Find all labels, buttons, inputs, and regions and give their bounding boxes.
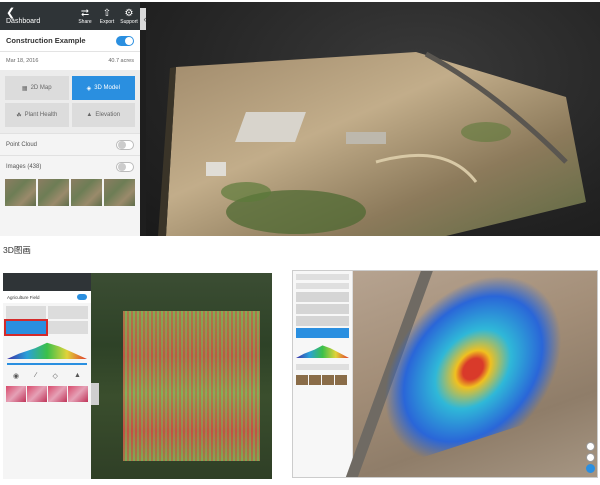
image-thumbnails bbox=[293, 373, 352, 387]
elevation-histogram bbox=[296, 345, 349, 358]
building bbox=[206, 162, 226, 176]
zoom-in-button[interactable] bbox=[586, 442, 595, 451]
mode-3d-model-button[interactable]: ◈ 3D Model bbox=[71, 76, 135, 100]
image-thumbnail[interactable] bbox=[38, 179, 69, 206]
image-thumbnails bbox=[3, 384, 91, 404]
support-button[interactable]: ⚙ Support bbox=[118, 8, 140, 25]
tree-cluster bbox=[221, 182, 271, 202]
image-thumbnail[interactable] bbox=[6, 386, 26, 402]
mode-label: 2D Map bbox=[30, 85, 52, 91]
image-thumbnail[interactable] bbox=[26, 386, 47, 402]
images-label: Images (438) bbox=[6, 163, 42, 170]
image-thumbnail[interactable] bbox=[47, 386, 68, 402]
images-toggle[interactable] bbox=[116, 161, 134, 172]
images-row: Images (438) bbox=[0, 155, 140, 177]
image-thumbnail[interactable] bbox=[309, 375, 321, 385]
volume-icon[interactable]: ▲ bbox=[74, 372, 81, 380]
figure-caption: 3D图画 bbox=[3, 245, 31, 255]
layers-sidebar bbox=[293, 271, 353, 477]
map-icon: ▦ bbox=[21, 85, 28, 92]
mode-2d-map-button[interactable]: ▦ 2D Map bbox=[5, 76, 69, 100]
project-meta: Mar 18, 2016 40.7 acres bbox=[0, 52, 140, 70]
elevation-app-screenshot bbox=[292, 270, 598, 478]
view-mode-grid: ▦ 2D Map ◈ 3D Model ☘ Plant Health ▲ Ele… bbox=[0, 70, 140, 133]
mode-elevation-button[interactable]: ▲ Elevation bbox=[71, 103, 135, 127]
annotation-tools: ◉ ∕ ◇ ▲ bbox=[3, 368, 91, 384]
image-thumbnail[interactable] bbox=[296, 375, 308, 385]
mountain-icon: ▲ bbox=[86, 112, 93, 118]
image-thumbnail[interactable] bbox=[322, 375, 334, 385]
sidebar-collapse-button[interactable] bbox=[91, 383, 99, 405]
capture-date: Mar 18, 2016 bbox=[6, 58, 39, 64]
area-acres: 40.7 acres bbox=[108, 58, 134, 64]
range-slider[interactable] bbox=[7, 363, 87, 365]
arrow-left-icon: ❮ bbox=[6, 6, 16, 19]
mode-plant-health-button[interactable]: ☘ Plant Health bbox=[5, 103, 69, 127]
project-row bbox=[296, 283, 349, 289]
view-mode-grid bbox=[3, 303, 91, 337]
ruler-icon[interactable]: ∕ bbox=[35, 372, 36, 380]
export-label: Export bbox=[99, 18, 115, 25]
dashboard-label: Dashboard bbox=[6, 17, 41, 25]
export-icon: ⇧ bbox=[102, 7, 112, 19]
mode-label: Elevation bbox=[95, 112, 121, 118]
point-cloud-toggle[interactable] bbox=[116, 139, 134, 150]
image-thumbnail[interactable] bbox=[335, 375, 347, 385]
share-label: Share bbox=[78, 18, 92, 25]
dashboard-back-button[interactable]: ❮ Dashboard bbox=[0, 6, 46, 25]
zoom-out-button[interactable] bbox=[586, 453, 595, 462]
point-cloud-row: Point Cloud bbox=[0, 133, 140, 155]
mode-elevation-button[interactable] bbox=[48, 321, 88, 334]
project-title: Agriculture Field bbox=[7, 294, 40, 300]
ndvi-field-overlay bbox=[123, 311, 260, 461]
share-icon: ⮂ bbox=[81, 7, 89, 19]
point-cloud-label: Point Cloud bbox=[6, 141, 38, 148]
image-thumbnails bbox=[0, 177, 140, 208]
project-row: Agriculture Field bbox=[3, 291, 91, 303]
project-title: Construction Example bbox=[6, 36, 86, 45]
sidebar-toolbar bbox=[296, 274, 349, 280]
mode-plant-health-button[interactable] bbox=[4, 319, 48, 336]
range-slider[interactable] bbox=[296, 364, 349, 370]
image-thumbnail[interactable] bbox=[71, 179, 102, 206]
polygon-icon[interactable]: ◇ bbox=[53, 372, 58, 380]
leaf-icon: ☘ bbox=[16, 112, 22, 119]
project-visibility-toggle[interactable] bbox=[116, 35, 134, 46]
3d-terrain-model bbox=[158, 51, 586, 236]
mode-3d-model-button[interactable] bbox=[48, 306, 88, 319]
project-row: Construction Example bbox=[0, 30, 140, 52]
tree-cluster bbox=[461, 122, 511, 142]
3d-model-viewport[interactable] bbox=[146, 2, 600, 236]
mode-label: 3D Model bbox=[94, 85, 120, 91]
support-label: Support bbox=[120, 18, 138, 25]
image-thumbnail[interactable] bbox=[104, 179, 135, 206]
sidebar-toolbar: ❮ Dashboard ⮂ Share ⇧ Export ⚙ Support bbox=[0, 2, 140, 30]
mode-label: Plant Health bbox=[24, 112, 58, 118]
pin-icon[interactable]: ◉ bbox=[13, 372, 19, 380]
plant-health-app-screenshot: Agriculture Field ◉ ∕ ◇ ▲ bbox=[3, 273, 272, 479]
map-controls bbox=[586, 442, 595, 473]
building bbox=[235, 112, 306, 142]
mode-plant-health-button[interactable] bbox=[296, 316, 349, 326]
layers-sidebar: Agriculture Field ◉ ∕ ◇ ▲ bbox=[3, 273, 91, 479]
main-3d-app-screenshot: ❮ Dashboard ⮂ Share ⇧ Export ⚙ Support C… bbox=[0, 2, 600, 236]
image-thumbnail[interactable] bbox=[68, 386, 88, 402]
elevation-map[interactable] bbox=[345, 271, 597, 477]
export-button[interactable]: ⇧ Export bbox=[96, 8, 118, 25]
cube-icon: ◈ bbox=[86, 85, 92, 92]
sidebar-toolbar bbox=[3, 273, 91, 291]
ndvi-histogram bbox=[7, 342, 87, 359]
mode-elevation-button[interactable] bbox=[296, 328, 349, 338]
building bbox=[346, 132, 386, 144]
gear-icon: ⚙ bbox=[124, 7, 134, 19]
mode-2d-map-button[interactable] bbox=[296, 292, 349, 302]
project-visibility-toggle[interactable] bbox=[77, 294, 87, 300]
mode-2d-map-button[interactable] bbox=[6, 306, 46, 319]
layers-sidebar: ❮ Dashboard ⮂ Share ⇧ Export ⚙ Support C… bbox=[0, 2, 140, 236]
share-button[interactable]: ⮂ Share bbox=[74, 8, 96, 25]
plant-health-map[interactable] bbox=[91, 273, 272, 479]
image-thumbnail[interactable] bbox=[5, 179, 36, 206]
mode-3d-model-button[interactable] bbox=[296, 304, 349, 314]
locate-button[interactable] bbox=[586, 464, 595, 473]
